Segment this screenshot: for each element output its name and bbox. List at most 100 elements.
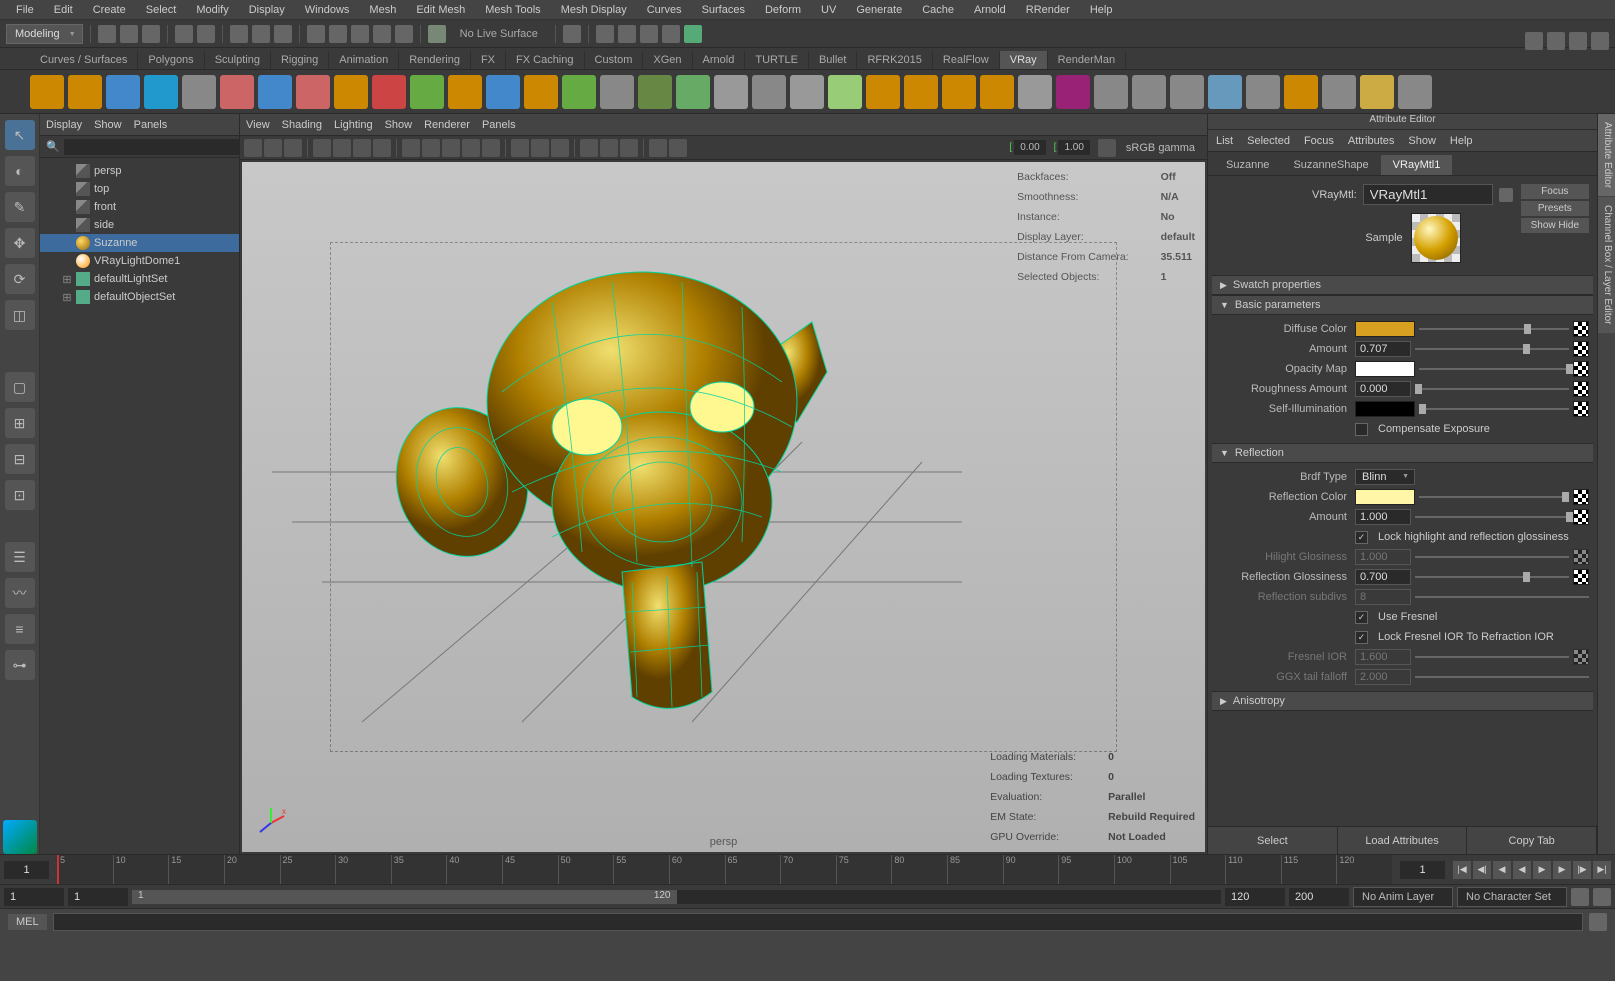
- outliner-item-vraylightdome1[interactable]: VRayLightDome1: [40, 252, 239, 270]
- shelf-item-6[interactable]: [258, 75, 292, 109]
- refl-color-slider[interactable]: [1419, 489, 1569, 505]
- vp-color-mgmt-icon[interactable]: [1098, 139, 1116, 157]
- vp-gamma-icon[interactable]: [669, 139, 687, 157]
- layout-two-h[interactable]: ⊟: [5, 444, 35, 474]
- menu-mesh[interactable]: Mesh: [361, 2, 404, 18]
- shelf-tab-realflow[interactable]: RealFlow: [933, 51, 1000, 69]
- menu-curves[interactable]: Curves: [639, 2, 690, 18]
- graph-editor-toggle[interactable]: 〰: [5, 578, 35, 608]
- menu-help[interactable]: Help: [1082, 2, 1121, 18]
- reflection-header[interactable]: ▼Reflection: [1212, 443, 1593, 463]
- outliner-item-side[interactable]: side: [40, 216, 239, 234]
- shelf-item-36[interactable]: [1398, 75, 1432, 109]
- vp-exposure-icon[interactable]: [649, 139, 667, 157]
- material-sample-swatch[interactable]: [1411, 213, 1461, 263]
- ae-load-attributes-button[interactable]: Load Attributes: [1338, 827, 1468, 854]
- snap-grid-icon[interactable]: [307, 25, 325, 43]
- ae-select-button[interactable]: Select: [1208, 827, 1338, 854]
- shelf-tab-custom[interactable]: Custom: [585, 51, 644, 69]
- outliner-item-defaultlightset[interactable]: ⊞defaultLightSet: [40, 270, 239, 288]
- shelf-item-19[interactable]: [752, 75, 786, 109]
- shelf-tab-bullet[interactable]: Bullet: [809, 51, 858, 69]
- vp-dof-icon[interactable]: [620, 139, 638, 157]
- vp-menu-panels[interactable]: Panels: [482, 119, 516, 131]
- self-illum-map-icon[interactable]: [1573, 401, 1589, 417]
- diffuse-color-slider[interactable]: [1419, 321, 1569, 337]
- self-illum-slider[interactable]: [1419, 401, 1569, 417]
- new-scene-icon[interactable]: [98, 25, 116, 43]
- diffuse-color-map-icon[interactable]: [1573, 321, 1589, 337]
- shelf-item-8[interactable]: [334, 75, 368, 109]
- command-input[interactable]: [53, 913, 1583, 931]
- shelf-tab-turtle[interactable]: TURTLE: [745, 51, 809, 69]
- vp-camera-select-icon[interactable]: [244, 139, 262, 157]
- menu-modify[interactable]: Modify: [188, 2, 236, 18]
- undo-icon[interactable]: [175, 25, 193, 43]
- shelf-item-5[interactable]: [220, 75, 254, 109]
- range-slider[interactable]: 1120: [132, 890, 1221, 904]
- ae-menu-attributes[interactable]: Attributes: [1348, 135, 1394, 147]
- shelf-item-16[interactable]: [638, 75, 672, 109]
- menu-display[interactable]: Display: [241, 2, 293, 18]
- redo-icon[interactable]: [197, 25, 215, 43]
- shelf-item-9[interactable]: [372, 75, 406, 109]
- vp-shaded-icon[interactable]: [422, 139, 440, 157]
- vp-gamma-label[interactable]: sRGB gamma: [1118, 142, 1203, 154]
- vp-image-plane-icon[interactable]: [284, 139, 302, 157]
- outliner-item-suzanne[interactable]: Suzanne: [40, 234, 239, 252]
- menu-arnold[interactable]: Arnold: [966, 2, 1014, 18]
- vp-grid-icon[interactable]: [313, 139, 331, 157]
- play-back-button[interactable]: ◀: [1513, 861, 1531, 879]
- self-illum-swatch[interactable]: [1355, 401, 1415, 417]
- layout4-icon[interactable]: [1591, 32, 1609, 50]
- shelf-tab-curves-surfaces[interactable]: Curves / Surfaces: [30, 51, 138, 69]
- diffuse-amount-map-icon[interactable]: [1573, 341, 1589, 357]
- menu-create[interactable]: Create: [85, 2, 134, 18]
- refl-color-map-icon[interactable]: [1573, 489, 1589, 505]
- shelf-tab-xgen[interactable]: XGen: [643, 51, 692, 69]
- shelf-item-10[interactable]: [410, 75, 444, 109]
- play-fwd-button[interactable]: ▶: [1533, 861, 1551, 879]
- diffuse-amount-slider[interactable]: [1415, 341, 1569, 357]
- vp-motion-blur-icon[interactable]: [600, 139, 618, 157]
- vp-menu-view[interactable]: View: [246, 119, 270, 131]
- shelf-item-18[interactable]: [714, 75, 748, 109]
- time-cursor[interactable]: [57, 855, 59, 884]
- vp-gate-mask-icon[interactable]: [373, 139, 391, 157]
- paint-select-icon[interactable]: [274, 25, 292, 43]
- side-tab-channel-box-layer-editor[interactable]: Channel Box / Layer Editor: [1598, 197, 1615, 333]
- shelf-item-1[interactable]: [68, 75, 102, 109]
- viewport-canvas[interactable]: Backfaces:OffSmoothness:N/AInstance:NoDi…: [242, 162, 1205, 852]
- shelf-tab-fx[interactable]: FX: [471, 51, 506, 69]
- current-frame-field-right[interactable]: 1: [1400, 861, 1445, 879]
- character-set-select[interactable]: No Character Set: [1457, 887, 1567, 907]
- step-back-key-button[interactable]: ◀|: [1473, 861, 1491, 879]
- brdf-type-select[interactable]: Blinn: [1355, 469, 1415, 485]
- rotate-tool[interactable]: ⟳: [5, 264, 35, 294]
- hypershade-icon[interactable]: [684, 25, 702, 43]
- outliner-item-top[interactable]: top: [40, 180, 239, 198]
- vp-exposure-field[interactable]: 0.00: [1014, 140, 1045, 155]
- shelf-item-15[interactable]: [600, 75, 634, 109]
- ae-show-hide-button[interactable]: Show Hide: [1521, 218, 1589, 233]
- shelf-tab-renderman[interactable]: RenderMan: [1048, 51, 1126, 69]
- live-surface-icon[interactable]: [428, 25, 446, 43]
- vp-ao-icon[interactable]: [580, 139, 598, 157]
- range-playback-start-field[interactable]: 1: [68, 888, 128, 906]
- refl-amount-map-icon[interactable]: [1573, 509, 1589, 525]
- layout-icon[interactable]: [1525, 32, 1543, 50]
- shelf-item-31[interactable]: [1208, 75, 1242, 109]
- vp-lights-icon[interactable]: [462, 139, 480, 157]
- opacity-slider[interactable]: [1419, 361, 1569, 377]
- vp-menu-lighting[interactable]: Lighting: [334, 119, 373, 131]
- anim-layer-select[interactable]: No Anim Layer: [1353, 887, 1453, 907]
- step-fwd-key-button[interactable]: |▶: [1573, 861, 1591, 879]
- shelf-item-7[interactable]: [296, 75, 330, 109]
- ae-presets-button[interactable]: Presets: [1521, 201, 1589, 216]
- refl-amount-input[interactable]: [1355, 509, 1411, 525]
- ae-tab-vraymtl1[interactable]: VRayMtl1: [1381, 155, 1453, 175]
- shelf-item-22[interactable]: [866, 75, 900, 109]
- menu-rrender[interactable]: RRender: [1018, 2, 1078, 18]
- shelf-tab-animation[interactable]: Animation: [329, 51, 399, 69]
- lasso-tool[interactable]: ◐: [5, 156, 35, 186]
